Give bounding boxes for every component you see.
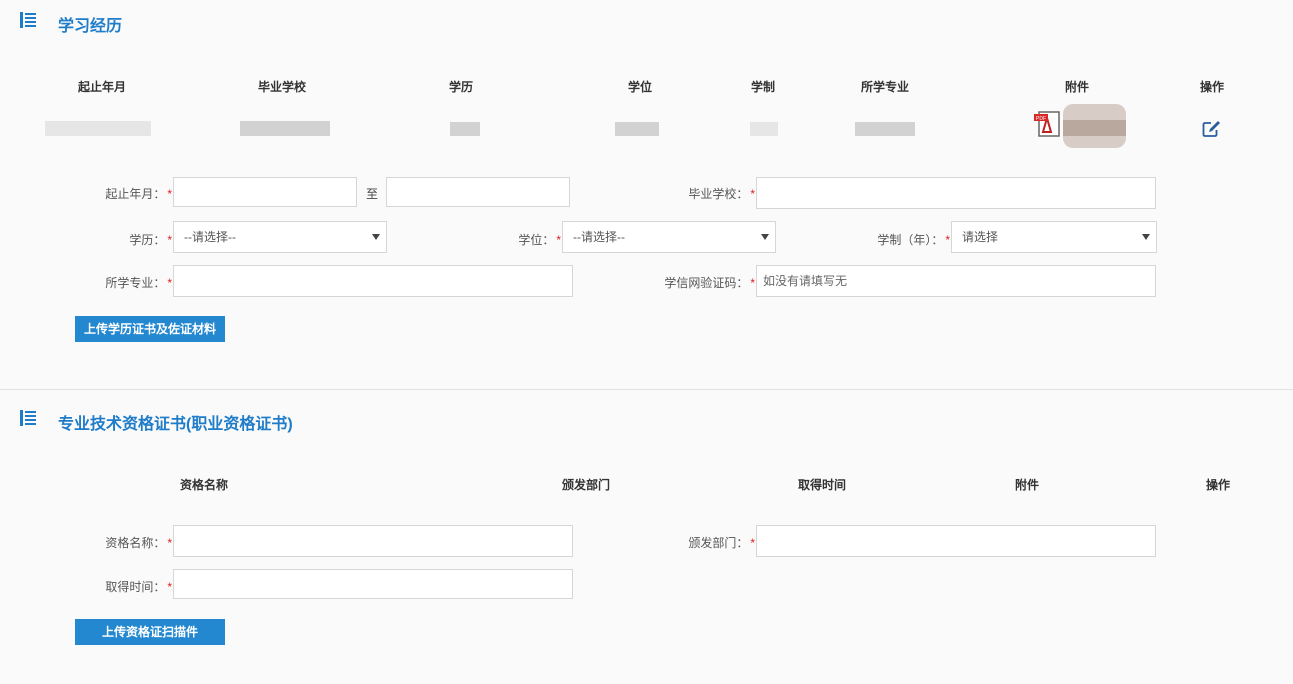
degree-level-select[interactable]: --请选择-- bbox=[173, 221, 387, 253]
blurred-cell bbox=[1063, 120, 1126, 136]
blurred-cell bbox=[855, 122, 915, 136]
blurred-cell bbox=[45, 121, 151, 136]
list-icon bbox=[20, 410, 36, 426]
major-input[interactable] bbox=[173, 265, 573, 297]
verify-code-label: 学信网验证码： * bbox=[664, 276, 755, 290]
edit-icon[interactable] bbox=[1202, 120, 1222, 138]
degree-level-value: --请选择-- bbox=[184, 230, 236, 244]
duration-label: 学制（年）： * bbox=[877, 233, 950, 247]
col-degree: 学位 bbox=[628, 80, 653, 94]
qual-time-input[interactable] bbox=[173, 569, 573, 599]
list-icon bbox=[20, 12, 36, 28]
attachment-filename-blur[interactable] bbox=[1063, 104, 1126, 148]
qual-dept-label: 颁发部门： * bbox=[688, 536, 755, 550]
verify-code-input[interactable]: 如没有请填写无 bbox=[756, 265, 1156, 297]
pdf-icon[interactable]: PDF bbox=[1033, 110, 1063, 138]
chevron-down-icon bbox=[1142, 234, 1150, 240]
qual-time-label: 取得时间： * bbox=[105, 580, 172, 594]
blurred-cell bbox=[240, 121, 330, 136]
degree-value: --请选择-- bbox=[573, 230, 625, 244]
table-row bbox=[45, 121, 151, 136]
col-qual-dept: 颁发部门 bbox=[562, 478, 611, 492]
col-qual-time: 取得时间 bbox=[798, 478, 847, 492]
col-period: 起止年月 bbox=[78, 80, 127, 94]
blurred-cell bbox=[750, 122, 778, 136]
col-degree-level: 学历 bbox=[449, 80, 474, 94]
chevron-down-icon bbox=[761, 234, 769, 240]
period-label: 起止年月： * bbox=[105, 187, 172, 201]
upload-qualification-button[interactable]: 上传资格证扫描件 bbox=[75, 619, 225, 645]
duration-select[interactable]: 请选择 bbox=[951, 221, 1157, 253]
col-qual-action: 操作 bbox=[1206, 478, 1231, 492]
degree-select[interactable]: --请选择-- bbox=[562, 221, 776, 253]
upload-education-button[interactable]: 上传学历证书及佐证材料 bbox=[75, 316, 225, 342]
col-qual-name: 资格名称 bbox=[180, 478, 229, 492]
education-section-title: 学习经历 bbox=[58, 18, 123, 35]
period-start-input[interactable] bbox=[173, 177, 357, 207]
col-attachment: 附件 bbox=[1065, 80, 1090, 94]
duration-value: 请选择 bbox=[962, 230, 999, 244]
school-label: 毕业学校： * bbox=[688, 187, 755, 201]
period-separator: 至 bbox=[366, 187, 379, 201]
col-qual-attachment: 附件 bbox=[1015, 478, 1040, 492]
col-duration: 学制 bbox=[751, 80, 776, 94]
qual-dept-input[interactable] bbox=[756, 525, 1156, 557]
degree-label: 学位： * bbox=[518, 233, 561, 247]
col-school: 毕业学校 bbox=[258, 80, 307, 94]
major-label: 所学专业： * bbox=[105, 276, 172, 290]
qualification-section-title: 专业技术资格证书(职业资格证书) bbox=[58, 416, 293, 433]
period-end-input[interactable] bbox=[386, 177, 570, 207]
blurred-cell bbox=[450, 122, 480, 136]
qual-name-input[interactable] bbox=[173, 525, 573, 557]
section-divider bbox=[0, 389, 1293, 390]
col-major: 所学专业 bbox=[861, 80, 910, 94]
blurred-cell bbox=[615, 122, 659, 136]
qual-name-label: 资格名称： * bbox=[105, 536, 172, 550]
chevron-down-icon bbox=[372, 234, 380, 240]
col-action: 操作 bbox=[1200, 80, 1225, 94]
degree-level-label: 学历： * bbox=[129, 233, 172, 247]
svg-text:PDF: PDF bbox=[1036, 116, 1046, 122]
verify-code-placeholder: 如没有请填写无 bbox=[763, 274, 848, 288]
school-input[interactable] bbox=[756, 177, 1156, 209]
